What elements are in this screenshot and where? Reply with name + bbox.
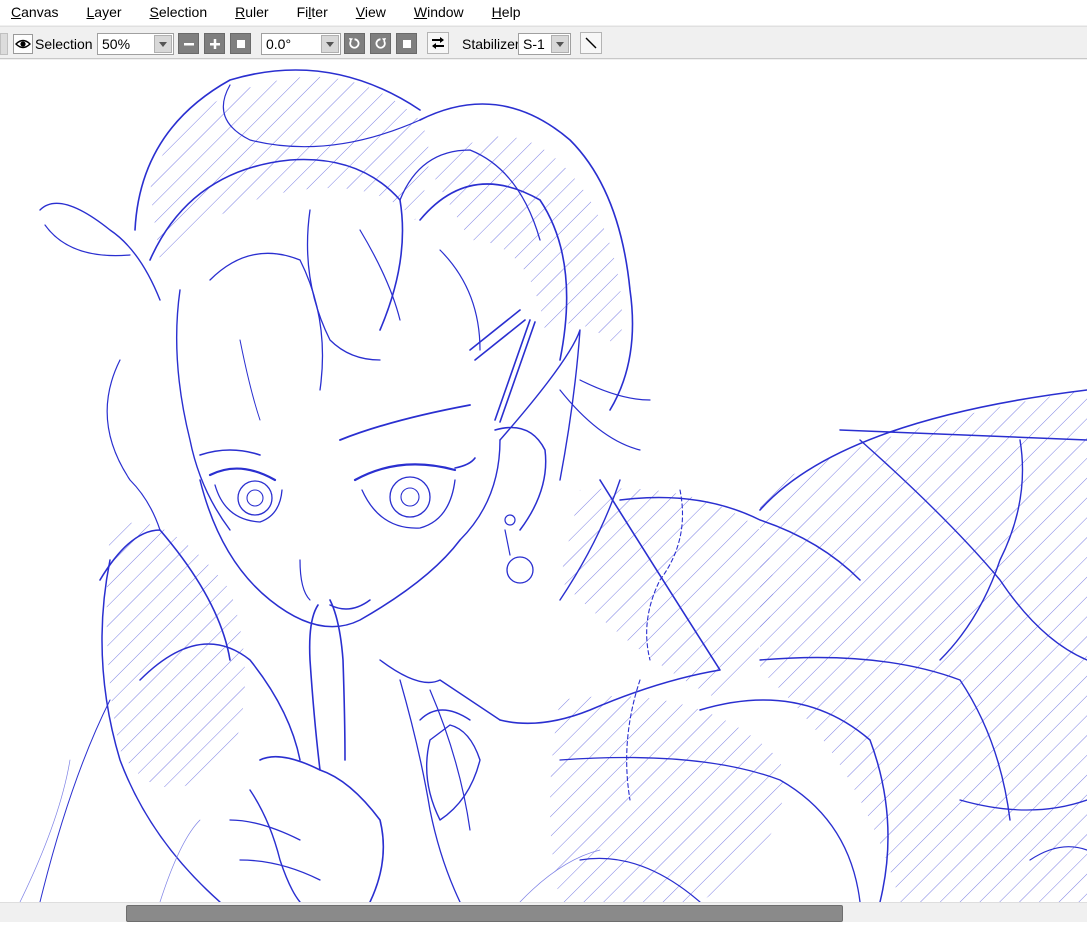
menu-view-mnemonic: V: [355, 4, 365, 20]
menu-ruler[interactable]: Ruler: [224, 0, 268, 25]
menu-help-rest: elp: [501, 4, 521, 20]
plus-icon: [209, 38, 220, 49]
zoom-in-button[interactable]: [204, 33, 225, 54]
menu-canvas[interactable]: Canvas: [0, 0, 58, 25]
chevron-down-icon: [321, 35, 339, 53]
stabilizer-value: S-1: [523, 36, 545, 52]
line-tool-button[interactable]: [580, 32, 602, 54]
zoom-value: 50%: [102, 36, 131, 52]
menu-help-mnemonic: H: [491, 4, 502, 20]
selection-visibility-eye-icon[interactable]: [13, 34, 33, 54]
stabilizer-combo[interactable]: S-1: [518, 33, 571, 55]
zoom-reset-button[interactable]: [230, 33, 251, 54]
menu-layer[interactable]: Layer: [75, 0, 121, 25]
drawing-canvas[interactable]: [0, 60, 1087, 902]
rotate-right-icon: [375, 38, 386, 49]
bottom-edge: [0, 922, 1087, 926]
sketch-artwork: [19, 69, 1087, 902]
toolbar: Selection 50% 0.0° Stabilizer S-1: [0, 26, 1087, 59]
menu-window-mnemonic: W: [413, 4, 428, 20]
chevron-down-icon: [154, 35, 172, 53]
toolbar-grip[interactable]: [0, 33, 8, 55]
minus-icon: [183, 42, 194, 45]
menu-layer-rest: ayer: [94, 4, 122, 20]
rotate-right-button[interactable]: [370, 33, 391, 54]
diagonal-line-icon: [585, 37, 597, 49]
menu-view[interactable]: View: [345, 0, 386, 25]
menu-selection[interactable]: Selection: [139, 0, 208, 25]
rotation-reset-button[interactable]: [396, 33, 417, 54]
menu-bar: Canvas Layer Selection Ruler Filter View…: [0, 0, 1087, 25]
zoom-combo[interactable]: 50%: [97, 33, 174, 55]
menu-help[interactable]: Help: [481, 0, 521, 25]
zoom-out-button[interactable]: [178, 33, 199, 54]
menu-canvas-rest: anvas: [21, 4, 59, 20]
square-icon: [402, 39, 411, 48]
menu-view-rest: iew: [364, 4, 386, 20]
rotate-left-button[interactable]: [344, 33, 365, 54]
menu-filter-rest: ter: [311, 4, 328, 20]
scrollbar-thumb[interactable]: [125, 905, 844, 922]
selection-label: Selection: [35, 36, 93, 52]
menu-ruler-rest: uler: [245, 4, 269, 20]
flip-horizontal-button[interactable]: [427, 32, 449, 54]
chevron-down-icon: [551, 35, 569, 53]
square-icon: [236, 39, 245, 48]
stabilizer-label: Stabilizer: [462, 36, 520, 52]
menu-window[interactable]: Window: [403, 0, 464, 25]
flip-arrows-icon: [432, 37, 444, 49]
menu-canvas-mnemonic: C: [11, 4, 22, 20]
rotation-value: 0.0°: [266, 36, 292, 52]
horizontal-scrollbar[interactable]: [0, 902, 1087, 922]
menu-ruler-mnemonic: R: [235, 4, 246, 20]
rotation-combo[interactable]: 0.0°: [261, 33, 341, 55]
menu-filter-pre: Fi: [296, 4, 309, 20]
menu-filter[interactable]: Filter: [286, 0, 328, 25]
menu-selection-mnemonic: S: [149, 4, 159, 20]
menu-window-rest: indow: [427, 4, 464, 20]
menu-selection-rest: election: [158, 4, 208, 20]
rotate-left-icon: [349, 38, 360, 49]
